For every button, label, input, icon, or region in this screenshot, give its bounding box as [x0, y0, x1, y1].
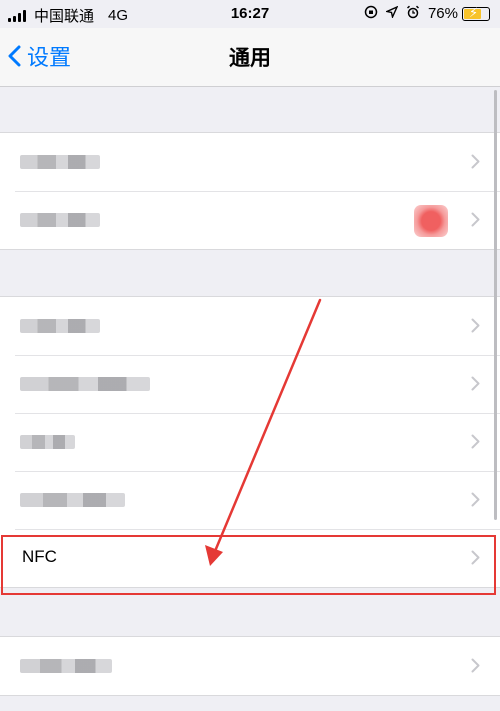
alarm-icon: [406, 5, 420, 22]
chevron-right-icon: [471, 658, 480, 673]
status-bar: 中国联通 4G 16:27 76% ⚡: [0, 0, 500, 28]
chevron-right-icon: [471, 212, 480, 227]
settings-row[interactable]: [0, 413, 500, 471]
settings-group-1: [0, 132, 500, 250]
nfc-label: NFC: [22, 547, 57, 566]
chevron-right-icon: [471, 492, 480, 507]
battery-charging-icon: ⚡: [462, 4, 490, 21]
chevron-right-icon: [471, 434, 480, 449]
settings-row[interactable]: [0, 637, 500, 695]
chevron-right-icon: [471, 550, 480, 565]
row-label-redacted: [20, 377, 150, 391]
page-title: 通用: [229, 47, 271, 70]
row-label-redacted: [20, 435, 75, 449]
row-label-redacted: [20, 155, 100, 169]
rotation-lock-icon: [364, 5, 378, 22]
chevron-right-icon: [471, 376, 480, 391]
battery-percent: 76%: [427, 5, 458, 22]
settings-row[interactable]: [0, 355, 500, 413]
charging-bolt-icon: ⚡: [469, 4, 479, 20]
chevron-right-icon: [471, 318, 480, 333]
row-label-redacted: [20, 213, 100, 227]
settings-row[interactable]: [0, 297, 500, 355]
location-icon: [384, 5, 399, 21]
settings-row[interactable]: [0, 471, 500, 529]
row-label-redacted: [20, 493, 125, 507]
nfc-row[interactable]: NFC: [0, 529, 500, 587]
scroll-indicator[interactable]: [494, 90, 497, 520]
navigation-bar: 设置 通用: [0, 28, 500, 87]
settings-group-3: [0, 636, 500, 696]
row-label-redacted: [20, 659, 112, 673]
settings-group-2: NFC: [0, 296, 500, 588]
chevron-right-icon: [471, 154, 480, 169]
settings-row[interactable]: [0, 191, 500, 249]
settings-row[interactable]: [0, 133, 500, 191]
row-label-redacted: [20, 319, 100, 333]
notification-badge: [414, 205, 448, 237]
